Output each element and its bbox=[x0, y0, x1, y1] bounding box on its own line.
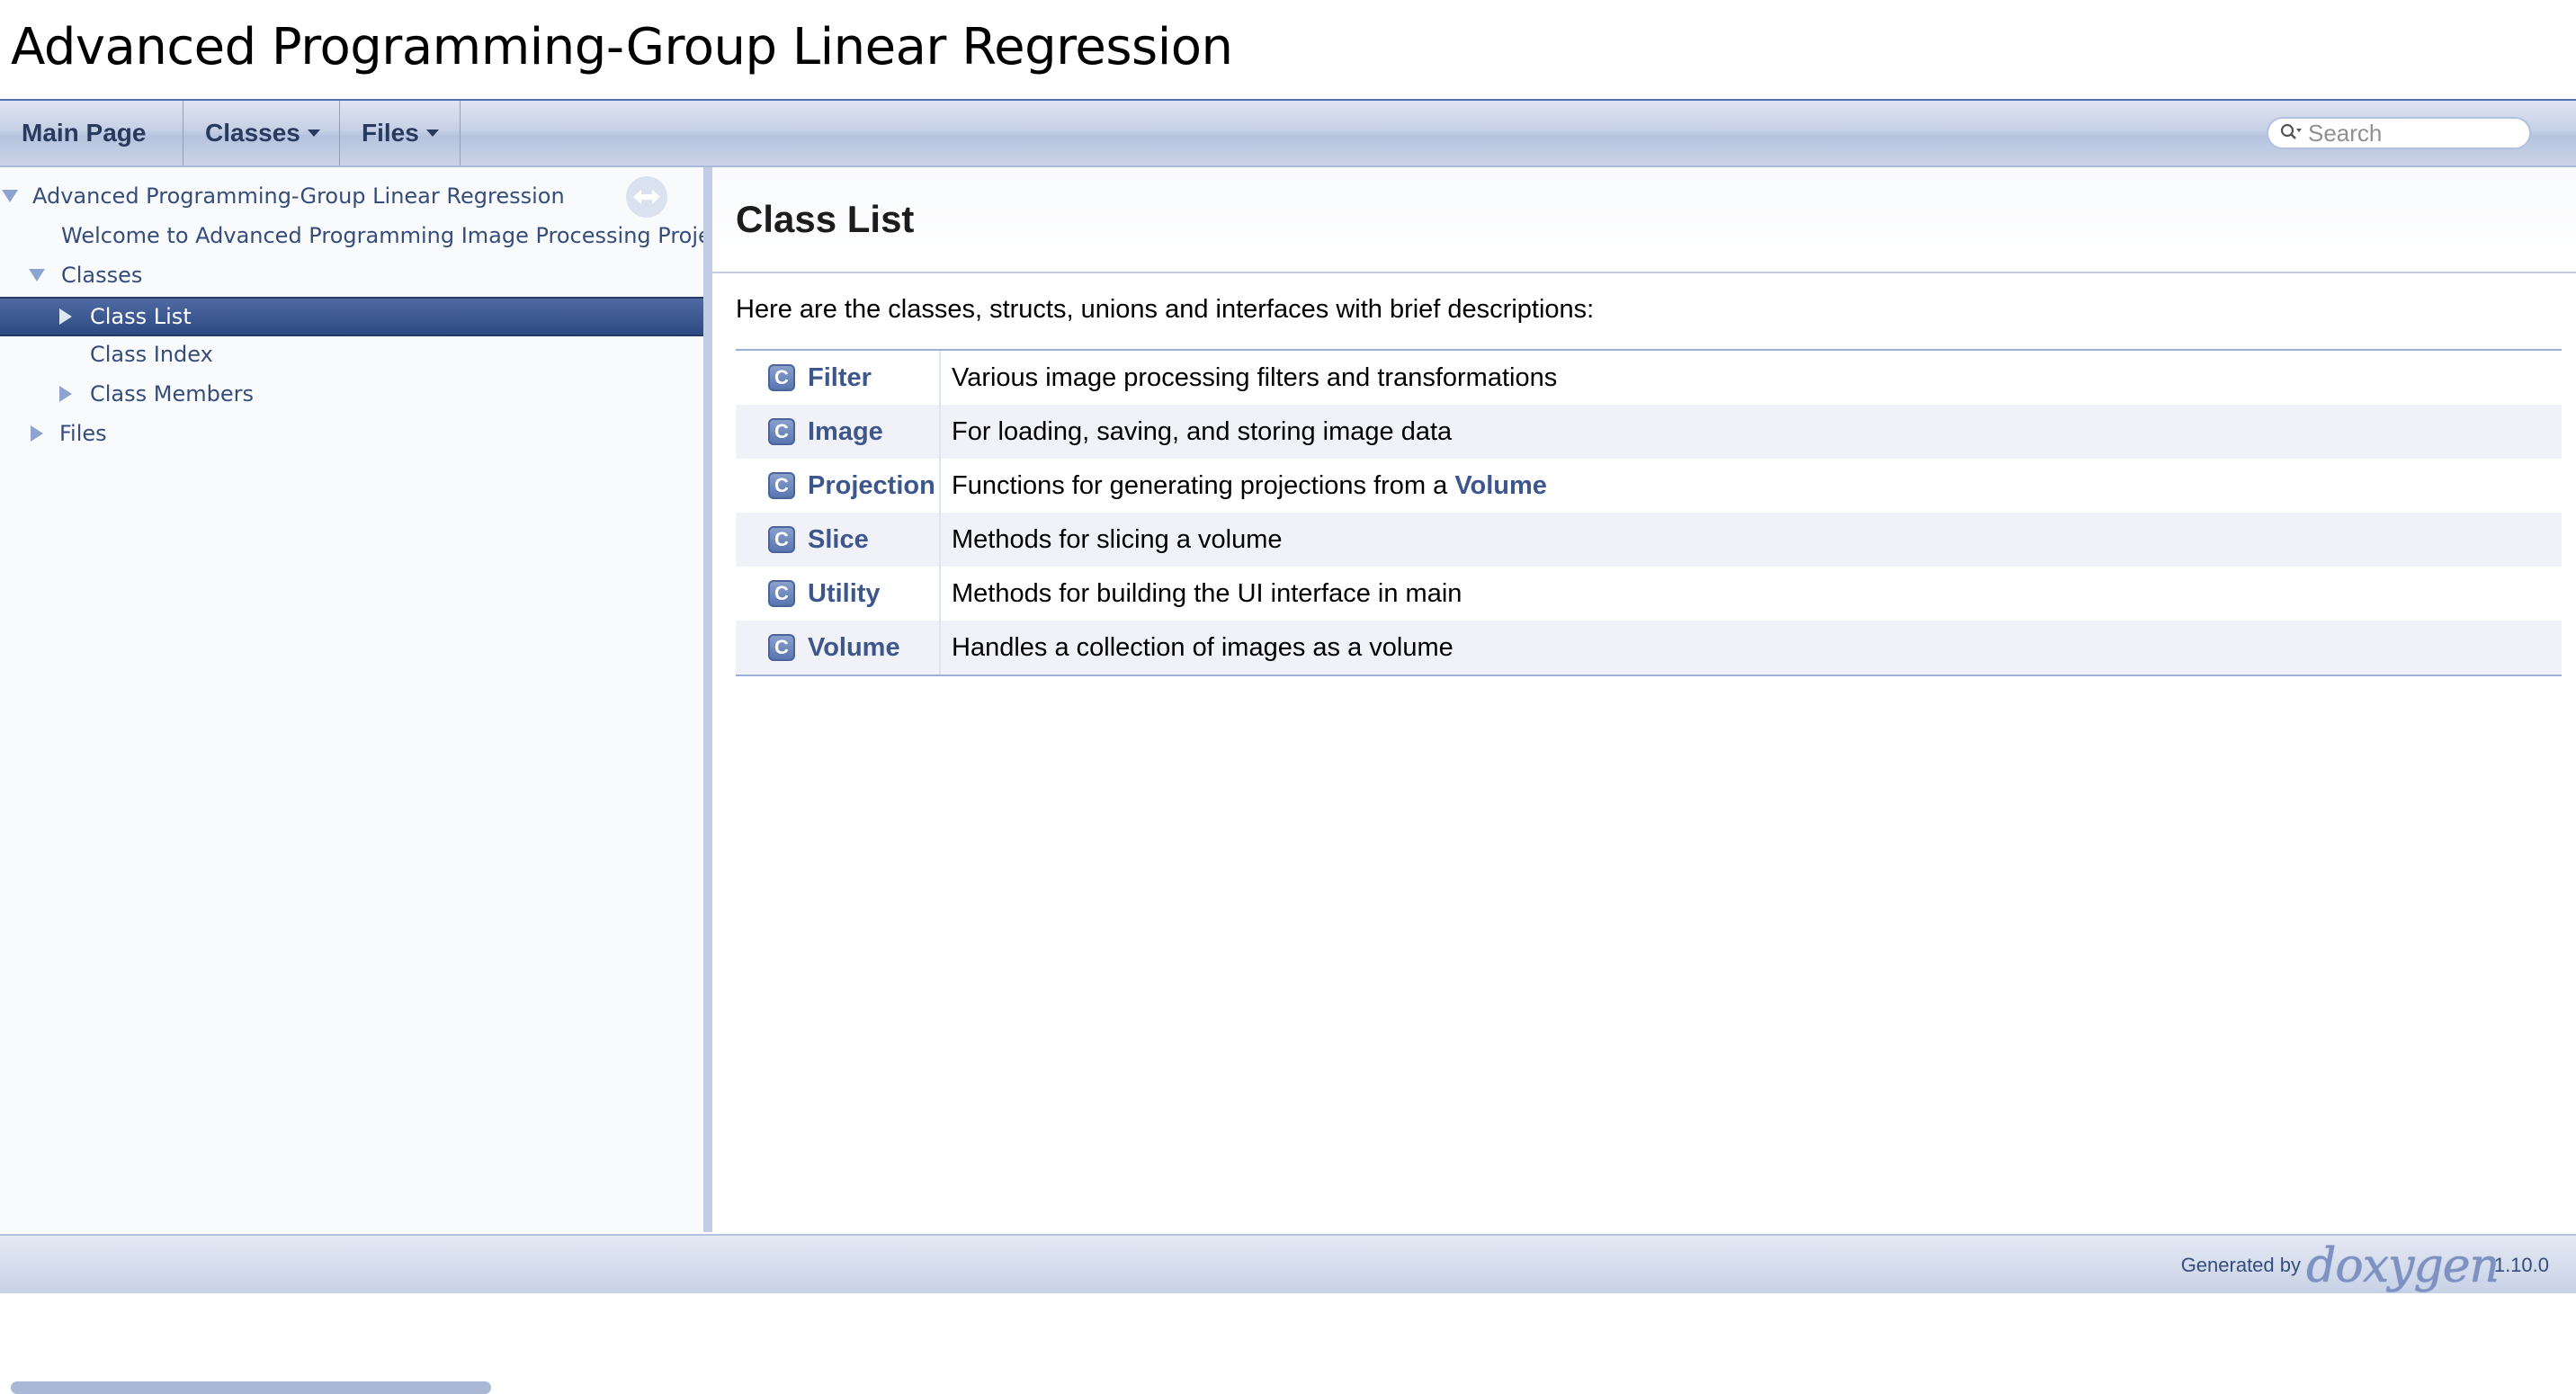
search-box[interactable] bbox=[2267, 117, 2531, 149]
tree-item-classes[interactable]: Classes bbox=[0, 257, 703, 293]
class-description: Handles a collection of images as a volu… bbox=[952, 632, 1453, 662]
class-link-utility[interactable]: Utility bbox=[808, 579, 881, 609]
main-content: Class List Here are the classes, structs… bbox=[712, 167, 2576, 1232]
tree-item-class-index-label: Class Index bbox=[90, 342, 213, 367]
search-input[interactable] bbox=[2306, 118, 2508, 148]
sync-toggle-button[interactable] bbox=[626, 176, 667, 218]
chevron-down-icon bbox=[307, 130, 320, 137]
tree-item-class-list[interactable]: Class List bbox=[0, 297, 703, 336]
nav-files-label: Files bbox=[362, 119, 419, 147]
project-name: Advanced Programming-Group Linear Regres… bbox=[11, 18, 1233, 76]
class-link-filter[interactable]: Filter bbox=[808, 363, 872, 393]
expand-arrow-icon[interactable] bbox=[31, 425, 43, 442]
expand-arrow-icon[interactable] bbox=[59, 386, 72, 402]
page-title: Class List bbox=[736, 198, 915, 240]
class-description: For loading, saving, and storing image d… bbox=[952, 416, 1453, 446]
tree-item-class-index[interactable]: Class Index bbox=[0, 336, 703, 372]
side-nav-tree: Advanced Programming-Group Linear Regres… bbox=[0, 167, 712, 1394]
title-area: Advanced Programming-Group Linear Regres… bbox=[0, 0, 2576, 101]
tree-item-class-members[interactable]: Class Members bbox=[0, 376, 703, 412]
search-icon[interactable] bbox=[2279, 122, 2303, 144]
class-link-projection[interactable]: Projection bbox=[808, 471, 935, 501]
class-badge-icon: C bbox=[768, 418, 795, 445]
table-row: C Image For loading, saving, and storing… bbox=[736, 405, 2562, 459]
class-badge-icon: C bbox=[768, 634, 795, 661]
class-description-text: Functions for generating projections fro… bbox=[952, 470, 1455, 500]
table-row: C Filter Various image processing filter… bbox=[736, 351, 2562, 405]
expand-arrow-icon[interactable] bbox=[2, 190, 18, 202]
side-nav-scrollbar[interactable] bbox=[11, 1381, 491, 1394]
footer: Generated by doxygen 1.10.0 bbox=[0, 1234, 2576, 1293]
tree-item-classes-label: Classes bbox=[61, 263, 143, 288]
table-row: C Utility Methods for building the UI in… bbox=[736, 567, 2562, 621]
class-description: Functions for generating projections fro… bbox=[952, 471, 1547, 501]
class-badge-icon: C bbox=[768, 364, 795, 391]
tree-item-root-label: Advanced Programming-Group Linear Regres… bbox=[32, 183, 565, 209]
tree-item-class-members-label: Class Members bbox=[90, 381, 254, 407]
class-link-volume[interactable]: Volume bbox=[808, 633, 900, 663]
nav-files-menu[interactable]: Files bbox=[340, 101, 461, 165]
tree-item-welcome-label: Welcome to Advanced Programming Image Pr… bbox=[61, 223, 703, 248]
chevron-down-icon bbox=[425, 130, 439, 137]
tree-item-welcome[interactable]: Welcome to Advanced Programming Image Pr… bbox=[0, 218, 703, 254]
tree-item-root[interactable]: Advanced Programming-Group Linear Regres… bbox=[0, 178, 703, 214]
nav-classes-menu[interactable]: Classes bbox=[183, 101, 340, 165]
tree-item-files-label: Files bbox=[59, 421, 107, 446]
class-link-image[interactable]: Image bbox=[808, 417, 883, 447]
class-badge-icon: C bbox=[768, 580, 795, 607]
table-row: C Projection Functions for generating pr… bbox=[736, 459, 2562, 513]
nav-main-page[interactable]: Main Page bbox=[0, 101, 183, 165]
content-header: Class List bbox=[712, 167, 2576, 273]
tree-item-class-list-label: Class List bbox=[90, 304, 192, 329]
sync-arrows-icon bbox=[633, 190, 660, 204]
tree-item-files[interactable]: Files bbox=[0, 416, 703, 451]
doxygen-logo[interactable]: doxygen bbox=[2306, 1239, 2500, 1293]
class-description: Methods for building the UI interface in… bbox=[952, 578, 1462, 608]
table-row: C Volume Handles a collection of images … bbox=[736, 621, 2562, 675]
nav-main-page-label: Main Page bbox=[22, 119, 147, 147]
table-row: C Slice Methods for slicing a volume bbox=[736, 513, 2562, 567]
class-badge-icon: C bbox=[768, 472, 795, 499]
expand-arrow-icon[interactable] bbox=[59, 308, 72, 325]
nav-classes-label: Classes bbox=[205, 119, 300, 147]
class-link-slice[interactable]: Slice bbox=[808, 525, 869, 555]
class-table: C Filter Various image processing filter… bbox=[736, 349, 2562, 676]
class-description: Various image processing filters and tra… bbox=[952, 362, 1558, 392]
main-nav-bar: Main Page Classes Files bbox=[0, 101, 2576, 167]
intro-text: Here are the classes, structs, unions an… bbox=[736, 295, 1595, 324]
expand-arrow-icon[interactable] bbox=[29, 269, 45, 281]
class-description: Methods for slicing a volume bbox=[952, 524, 1283, 554]
generated-by-text: Generated by bbox=[2180, 1254, 2301, 1276]
version-text: 1.10.0 bbox=[2493, 1254, 2549, 1276]
volume-inline-link[interactable]: Volume bbox=[1454, 471, 1547, 500]
class-badge-icon: C bbox=[768, 526, 795, 553]
